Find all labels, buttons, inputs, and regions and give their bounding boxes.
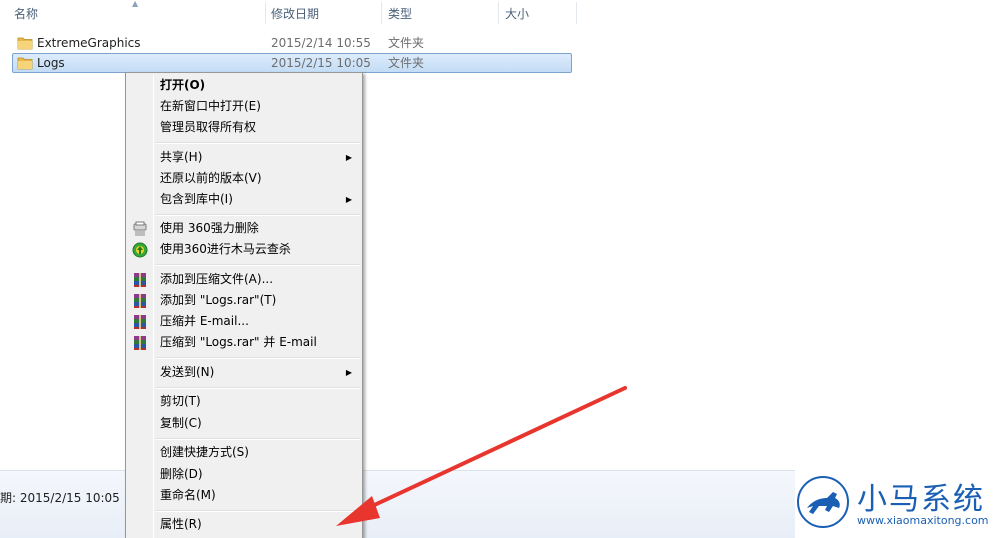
menu-separator: [156, 264, 360, 266]
menu-item-label: 重命名(M): [160, 488, 216, 502]
menu-item-trojan-scan-360[interactable]: 使用360进行木马云查杀: [128, 239, 360, 260]
column-header: 名称 ▲ 修改日期 类型 大小: [0, 0, 1000, 28]
submenu-arrow-icon: ▶: [345, 153, 352, 162]
menu-separator: [156, 357, 360, 359]
file-name: ExtremeGraphics: [37, 36, 141, 50]
menu-item-include-library[interactable]: 包含到库中(I) ▶: [128, 189, 360, 210]
menu-item-create-shortcut[interactable]: 创建快捷方式(S): [128, 442, 360, 463]
menu-item-cut[interactable]: 剪切(T): [128, 391, 360, 412]
menu-item-label: 删除(D): [160, 467, 203, 481]
menu-item-add-archive[interactable]: 添加到压缩文件(A)...: [128, 269, 360, 290]
menu-item-label: 属性(R): [160, 517, 202, 531]
menu-separator: [156, 387, 360, 389]
menu-separator: [156, 510, 360, 512]
column-date-header[interactable]: 修改日期: [267, 0, 319, 28]
menu-item-copy[interactable]: 复制(C): [128, 413, 360, 434]
menu-item-label: 在新窗口中打开(E): [160, 99, 261, 113]
menu-item-take-ownership[interactable]: 管理员取得所有权: [128, 117, 360, 138]
menu-item-restore-versions[interactable]: 还原以前的版本(V): [128, 168, 360, 189]
file-name: Logs: [37, 56, 65, 70]
context-menu: 打开(O) 在新窗口中打开(E) 管理员取得所有权 共享(H) ▶ 还原以前的版…: [125, 72, 363, 538]
menu-item-compress-email[interactable]: 压缩并 E-mail...: [128, 311, 360, 332]
shield-scan-icon: [132, 242, 148, 258]
winrar-icon: [134, 294, 146, 308]
menu-item-label: 压缩并 E-mail...: [160, 314, 249, 328]
file-date: 2015/2/15 10:05: [271, 56, 371, 70]
menu-item-open-new-window[interactable]: 在新窗口中打开(E): [128, 96, 360, 117]
menu-item-label: 包含到库中(I): [160, 192, 233, 206]
menu-item-add-logs-rar[interactable]: 添加到 "Logs.rar"(T): [128, 290, 360, 311]
folder-icon: [17, 37, 33, 50]
menu-item-label: 创建快捷方式(S): [160, 445, 249, 459]
menu-item-label: 管理员取得所有权: [160, 120, 257, 134]
submenu-arrow-icon: ▶: [345, 368, 352, 377]
menu-item-label: 打开(O): [160, 78, 206, 92]
winrar-icon: [134, 315, 146, 329]
file-type: 文件夹: [388, 56, 425, 70]
shredder-icon: [133, 221, 147, 236]
file-date: 2015/2/14 10:55: [271, 36, 371, 50]
column-divider[interactable]: [576, 2, 577, 24]
menu-item-share[interactable]: 共享(H) ▶: [128, 147, 360, 168]
menu-item-compress-logs-email[interactable]: 压缩到 "Logs.rar" 并 E-mail: [128, 332, 360, 353]
menu-item-delete[interactable]: 删除(D): [128, 464, 360, 485]
menu-item-label: 共享(H): [160, 150, 203, 164]
watermark-url: www.xiaomaxitong.com: [857, 514, 989, 527]
menu-separator: [156, 214, 360, 216]
menu-separator: [156, 438, 360, 440]
watermark-title: 小马系统: [857, 482, 985, 517]
menu-item-send-to[interactable]: 发送到(N) ▶: [128, 362, 360, 383]
menu-item-label: 发送到(N): [160, 365, 215, 379]
menu-separator: [156, 142, 360, 144]
file-row-logs[interactable]: Logs 2015/2/15 10:05 文件夹: [12, 53, 572, 73]
menu-item-force-delete-360[interactable]: 使用 360强力删除: [128, 218, 360, 239]
column-size-header[interactable]: 大小: [501, 0, 529, 28]
menu-item-properties[interactable]: 属性(R): [128, 514, 360, 535]
winrar-icon: [134, 273, 146, 287]
column-name-header[interactable]: 名称: [10, 0, 38, 28]
column-type-header[interactable]: 类型: [384, 0, 412, 28]
menu-item-label: 复制(C): [160, 416, 202, 430]
column-divider[interactable]: [498, 2, 499, 24]
file-type: 文件夹: [388, 36, 425, 50]
menu-item-open[interactable]: 打开(O): [128, 75, 360, 96]
menu-item-label: 添加到压缩文件(A)...: [160, 272, 274, 286]
menu-item-label: 还原以前的版本(V): [160, 171, 262, 185]
folder-icon: [17, 57, 33, 70]
menu-item-label: 使用 360强力删除: [160, 221, 259, 235]
sort-up-icon: ▲: [132, 0, 139, 8]
menu-item-rename[interactable]: 重命名(M): [128, 485, 360, 506]
menu-item-label: 添加到 "Logs.rar"(T): [160, 293, 277, 307]
file-row-extremegraphics[interactable]: ExtremeGraphics 2015/2/14 10:55 文件夹: [12, 33, 572, 53]
column-divider[interactable]: [265, 2, 266, 24]
submenu-arrow-icon: ▶: [345, 195, 352, 204]
horse-logo-icon: [797, 476, 849, 528]
menu-item-label: 剪切(T): [160, 394, 201, 408]
status-modified-date: 期: 2015/2/15 10:05: [0, 491, 120, 505]
menu-item-label: 使用360进行木马云查杀: [160, 242, 291, 256]
menu-item-label: 压缩到 "Logs.rar" 并 E-mail: [160, 335, 317, 349]
watermark: 小马系统 www.xiaomaxitong.com: [795, 468, 1000, 538]
winrar-icon: [134, 336, 146, 350]
column-divider[interactable]: [381, 2, 382, 24]
